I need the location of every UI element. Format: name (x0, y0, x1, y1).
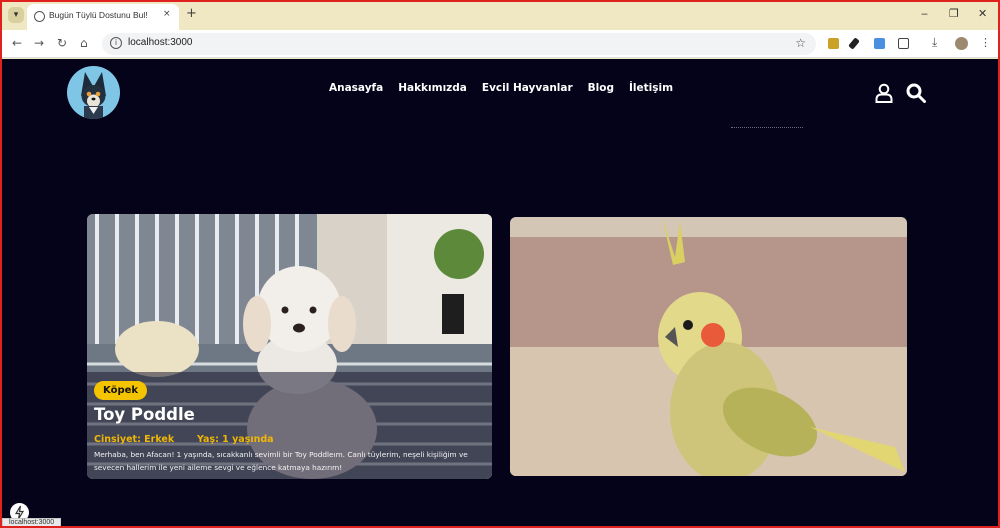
page-content: Anasayfa Hakkımızda Evcil Hayvanlar Blog… (2, 59, 998, 526)
nav-home[interactable]: Anasayfa (329, 82, 383, 94)
status-bar-url: localhost:3000 (2, 518, 62, 528)
pet-card[interactable] (510, 217, 907, 476)
main-nav: Anasayfa Hakkımızda Evcil Hayvanlar Blog… (329, 82, 673, 94)
extension-icon[interactable] (874, 38, 885, 49)
eyedropper-icon[interactable] (848, 37, 860, 50)
cockatiel-photo (510, 217, 907, 476)
tab-strip: ▾ Bugün Tüylü Dostunu Bul! × + ‒ ❐ ✕ (0, 0, 1000, 30)
nav-contact[interactable]: İletişim (629, 82, 673, 94)
download-icon[interactable]: ⤓ (932, 35, 937, 50)
divider (731, 127, 803, 128)
pet-card[interactable]: Köpek Toy Poddle Cinsiyet: Erkek Yaş: 1 … (87, 214, 492, 479)
home-icon[interactable]: ⌂ (80, 36, 88, 50)
url-text[interactable]: localhost:3000 (128, 37, 193, 48)
pet-age: Yaş: 1 yaşında (197, 434, 274, 445)
new-tab-button[interactable]: + (186, 6, 197, 21)
address-bar[interactable]: i localhost:3000 ☆ (102, 33, 816, 55)
profile-avatar[interactable] (955, 37, 968, 50)
tab-title: Bugün Tüylü Dostunu Bul! (49, 10, 148, 20)
pet-description: Merhaba, ben Afacan! 1 yaşında, sıcakkan… (94, 450, 468, 472)
menu-kebab-icon[interactable]: ⋮ (980, 36, 991, 49)
forward-icon[interactable]: → (34, 36, 44, 50)
close-window-button[interactable]: ✕ (978, 7, 987, 20)
category-badge: Köpek (94, 381, 148, 400)
tab-close-icon[interactable]: × (163, 9, 171, 19)
user-icon[interactable] (875, 83, 893, 103)
back-icon[interactable]: ← (12, 36, 22, 50)
search-icon[interactable] (906, 83, 926, 103)
site-info-icon[interactable]: i (110, 37, 122, 49)
nav-about[interactable]: Hakkımızda (398, 82, 467, 94)
reload-icon[interactable]: ↻ (57, 36, 67, 50)
pet-gender: Cinsiyet: Erkek (94, 434, 175, 445)
tab-active[interactable]: Bugün Tüylü Dostunu Bul! × (27, 4, 179, 30)
extension-icon[interactable] (828, 38, 839, 49)
nav-pets[interactable]: Evcil Hayvanlar (482, 82, 573, 94)
bookmark-star-icon[interactable]: ☆ (795, 36, 806, 50)
extensions-puzzle-icon[interactable] (898, 38, 909, 49)
restore-button[interactable]: ❐ (949, 7, 959, 20)
nav-blog[interactable]: Blog (588, 82, 614, 94)
globe-icon (34, 11, 45, 22)
minimize-button[interactable]: ‒ (921, 7, 928, 20)
pet-name: Toy Poddle (94, 405, 195, 424)
browser-toolbar: ← → ↻ ⌂ i localhost:3000 ☆ ⤓ ⋮ (0, 30, 1000, 58)
tab-search-icon[interactable]: ▾ (8, 7, 24, 23)
site-logo[interactable] (67, 66, 120, 119)
